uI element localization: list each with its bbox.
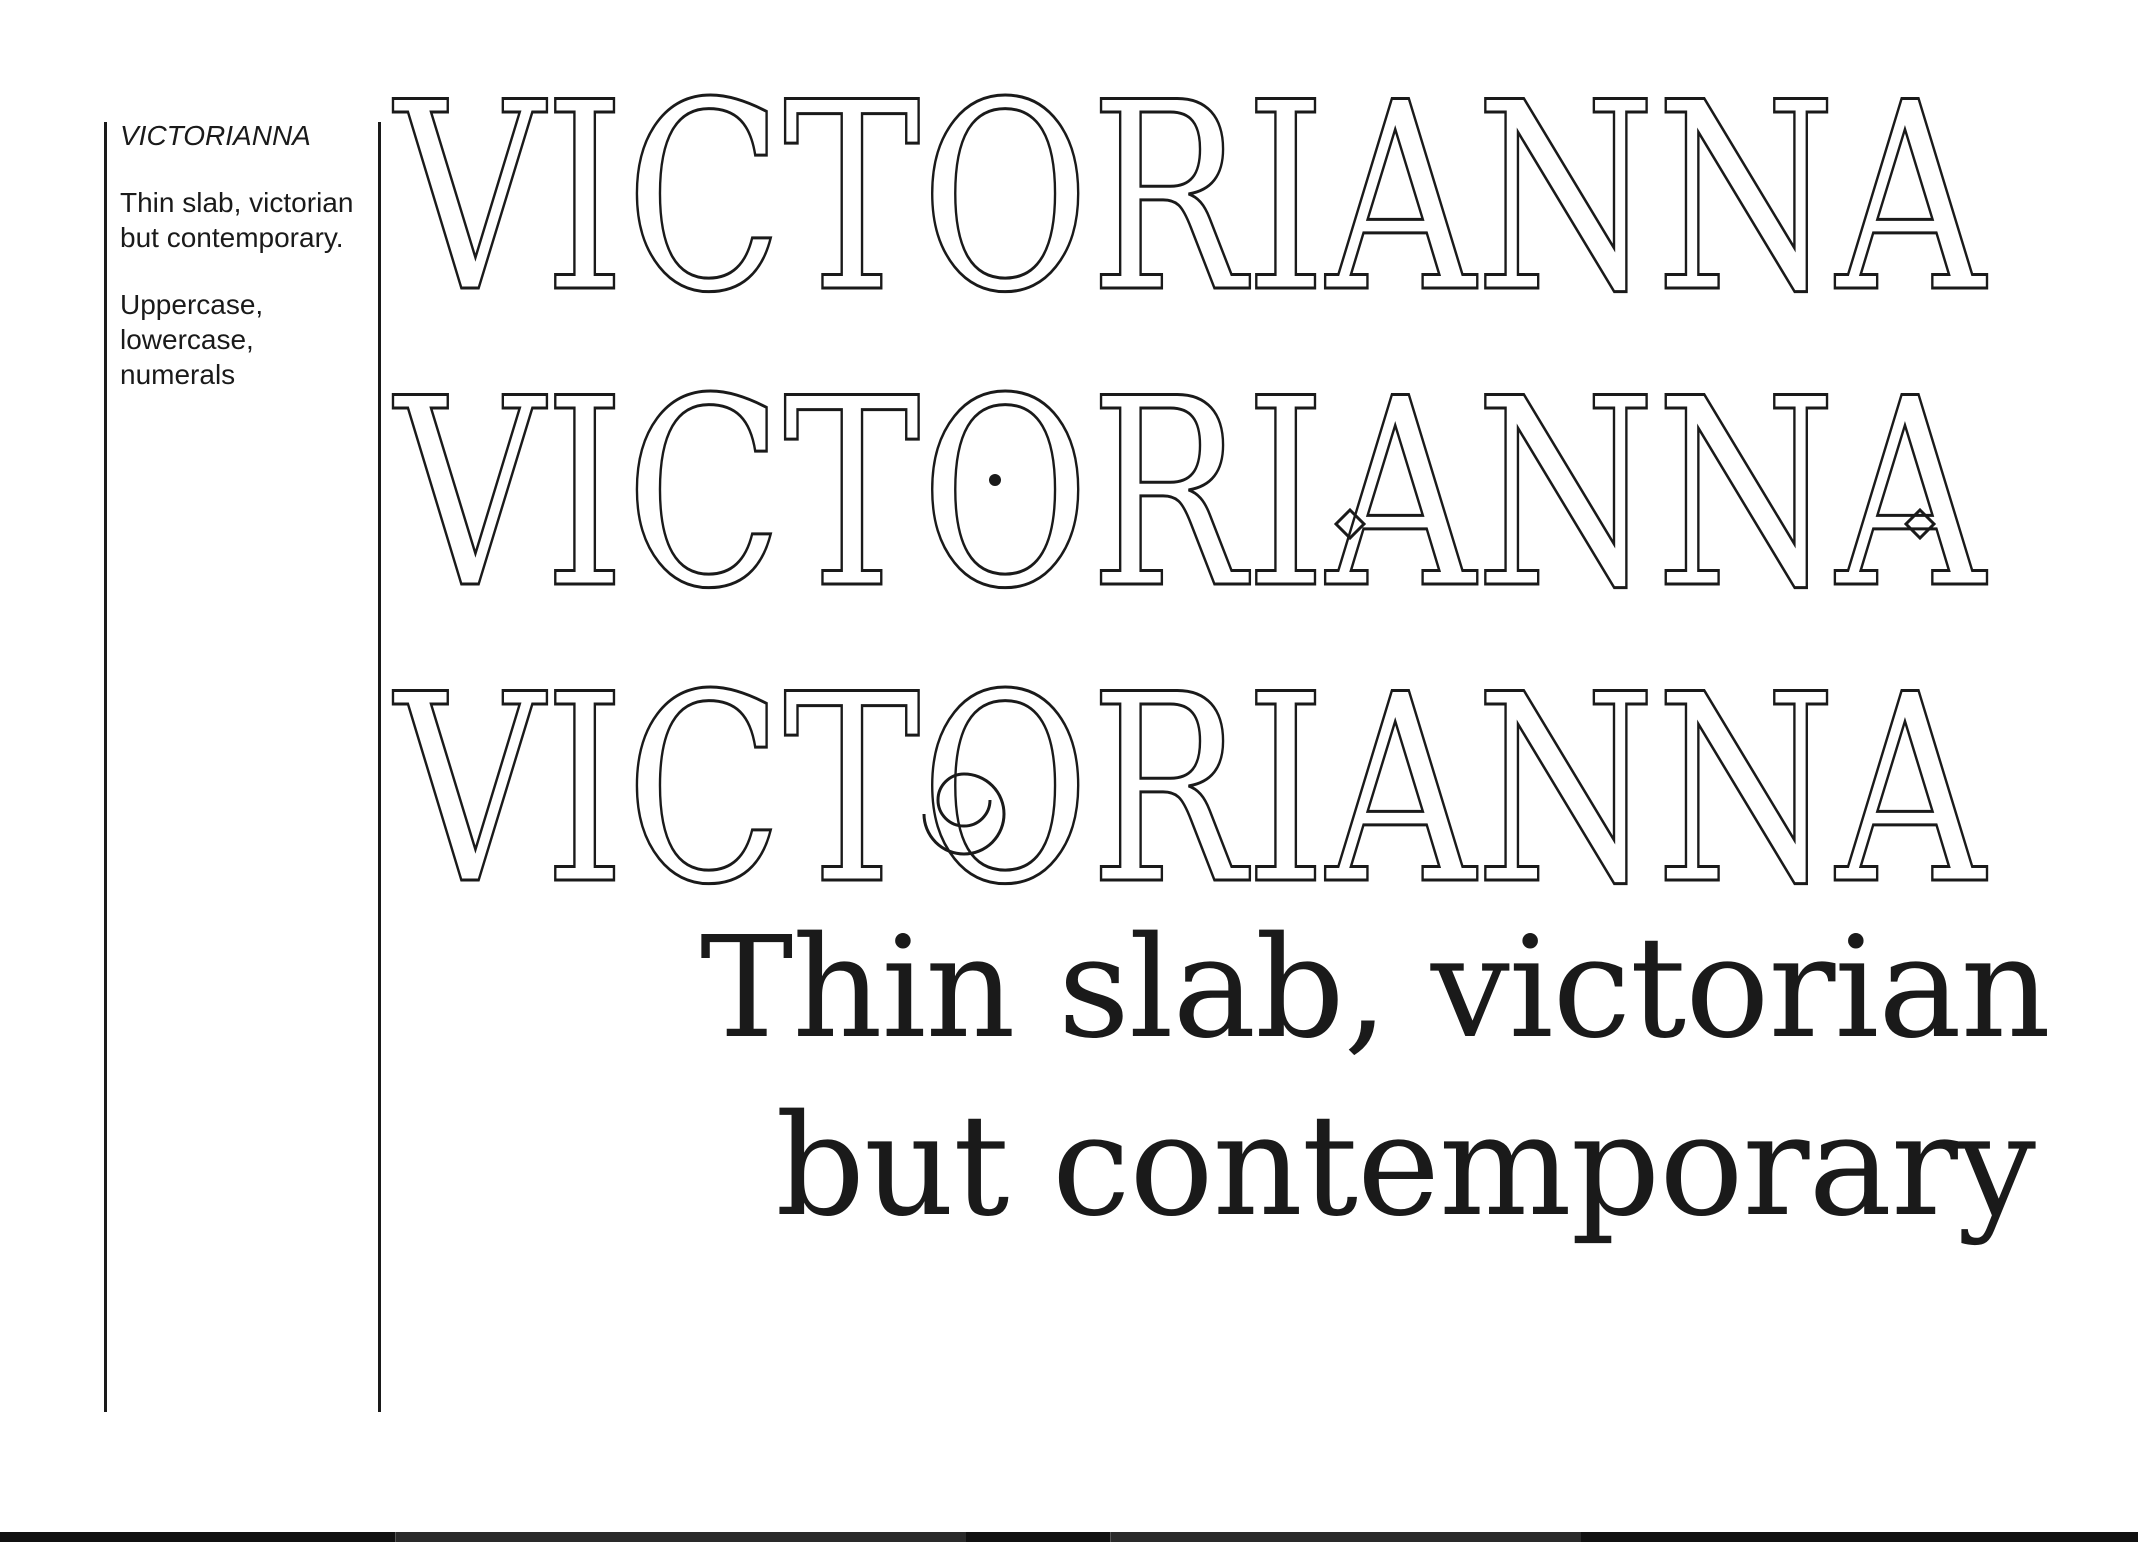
uppercase-row-1: VICTORIANNA [392,80,1988,350]
taskbar-window-2[interactable] [1110,1532,1581,1542]
font-info-panel: VICTORIANNA Thin slab, victorian but con… [120,118,370,392]
font-description: Thin slab, victorian but contemporary. [120,187,354,253]
uppercase-specimen-svg: VICTORIANNA VICTORIANNA VICTORIANNA [390,80,1989,900]
o-dot-ornament [989,474,1001,486]
uppercase-specimen: VICTORIANNA VICTORIANNA VICTORIANNA [390,80,2030,900]
uppercase-row-3: VICTORIANNA [392,640,1988,900]
uppercase-row-2: VICTORIANNA [392,344,1988,646]
taskbar [0,1532,2138,1542]
font-name: VICTORIANNA [120,120,311,151]
sample-line-1: Thin slab, victorian [700,907,2051,1070]
font-features: Uppercase, lowercase, numerals [120,289,264,390]
right-rule [378,122,381,1412]
specimen-page: VICTORIANNA Thin slab, victorian but con… [0,0,2138,1542]
sample-line-2: but contemporary [775,1085,2036,1248]
taskbar-window-1[interactable] [395,1532,966,1542]
left-rule [104,122,107,1412]
lowercase-sample: Thin slab, victorian but contemporary [700,900,2051,1256]
